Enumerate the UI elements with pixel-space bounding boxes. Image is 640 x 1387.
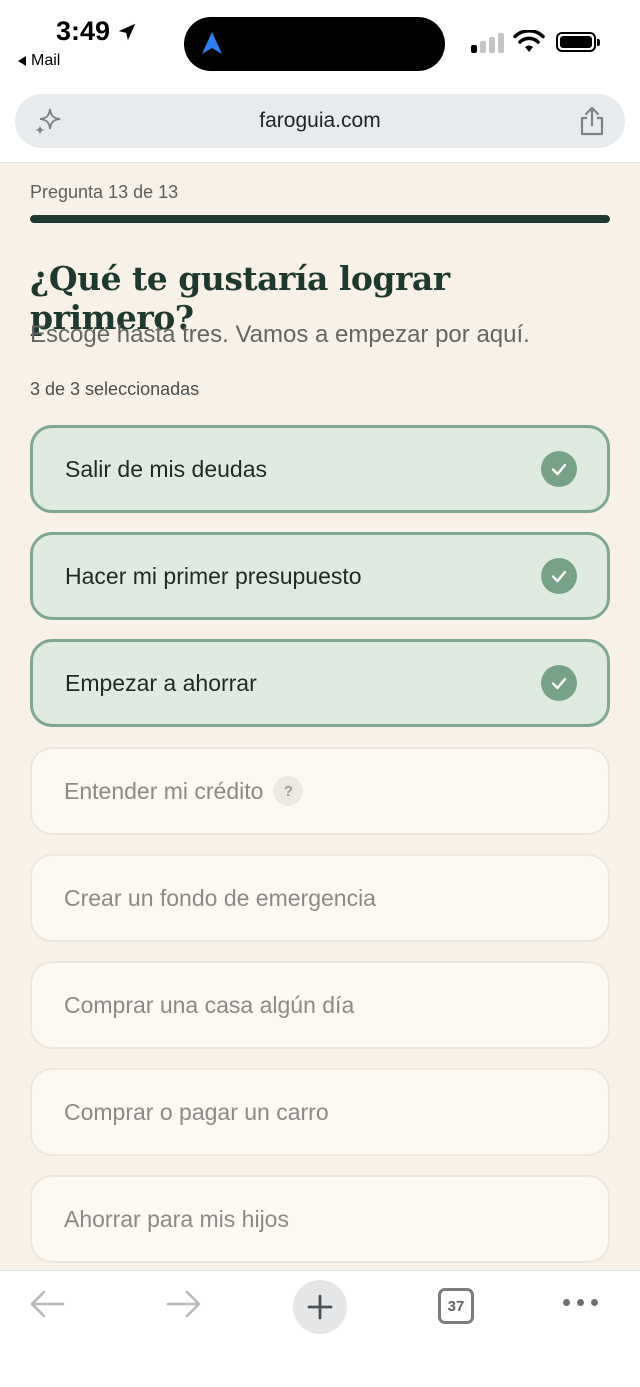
option-crear-un-fondo-de-emergencia[interactable]: Crear un fondo de emergencia [30,854,610,942]
back-app-label: Mail [31,52,61,69]
option-label: Ahorrar para mis hijos [64,1205,289,1232]
selection-count: 3 de 3 seleccionadas [30,379,200,399]
back-triangle-icon [18,56,26,66]
url-text[interactable]: faroguia.com [15,109,625,133]
option-label: Entender mi crédito [64,777,264,804]
browser-url-area: faroguia.com [0,88,640,163]
wifi-icon [513,30,545,52]
tab-count: 37 [447,1297,465,1315]
option-label: Empezar a ahorrar [65,669,257,696]
plus-icon [307,1294,333,1320]
cellular-signal-icon [471,31,504,53]
option-comprar-una-casa[interactable]: Comprar una casa algún día [30,961,610,1049]
status-time: 3:49 [56,16,138,47]
option-salir-de-mis-deudas[interactable]: Salir de mis deudas [30,425,610,513]
tabs-button[interactable]: 37 [438,1288,474,1324]
status-bar: 3:49 Mail [0,0,640,88]
option-label: Comprar una casa algún día [64,991,355,1018]
check-icon [541,451,577,487]
progress-bar [30,215,610,223]
new-tab-button[interactable] [293,1280,347,1334]
option-empezar-a-ahorrar[interactable]: Empezar a ahorrar [30,639,610,727]
progress-label: Pregunta 13 de 13 [30,182,179,202]
check-icon [541,558,577,594]
question-subtitle: Escoge hasta tres. Vamos a empezar por a… [30,321,530,348]
option-entender-mi-credito[interactable]: Entender mi crédito ? [30,747,610,835]
option-hacer-mi-primer-presupuesto[interactable]: Hacer mi primer presupuesto [30,532,610,620]
more-icon[interactable] [563,1299,598,1306]
forward-arrow-icon[interactable] [165,1289,203,1319]
help-icon[interactable]: ? [273,776,304,806]
option-comprar-o-pagar-un-carro[interactable]: Comprar o pagar un carro [30,1068,610,1156]
navigation-icon [202,32,222,54]
dynamic-island [184,17,445,71]
option-label: Salir de mis deudas [65,455,267,482]
option-label: Hacer mi primer presupuesto [65,562,362,589]
option-ahorrar-para-mis-hijos[interactable]: Ahorrar para mis hijos [30,1175,610,1263]
battery-icon [556,32,600,52]
back-to-app-button[interactable]: Mail [18,52,60,70]
location-arrow-icon [118,23,136,40]
back-arrow-icon[interactable] [28,1289,66,1319]
option-label: Crear un fondo de emergencia [64,884,376,911]
check-icon [541,665,577,701]
option-label: Comprar o pagar un carro [64,1098,329,1125]
address-bar[interactable]: faroguia.com [15,94,625,148]
browser-toolbar: 37 [0,1270,640,1387]
quiz-page: Pregunta 13 de 13 ¿Qué te gustaría logra… [0,163,640,1270]
progress-bar-fill [30,215,610,223]
time-label: 3:49 [56,16,111,46]
share-icon[interactable] [578,105,606,137]
